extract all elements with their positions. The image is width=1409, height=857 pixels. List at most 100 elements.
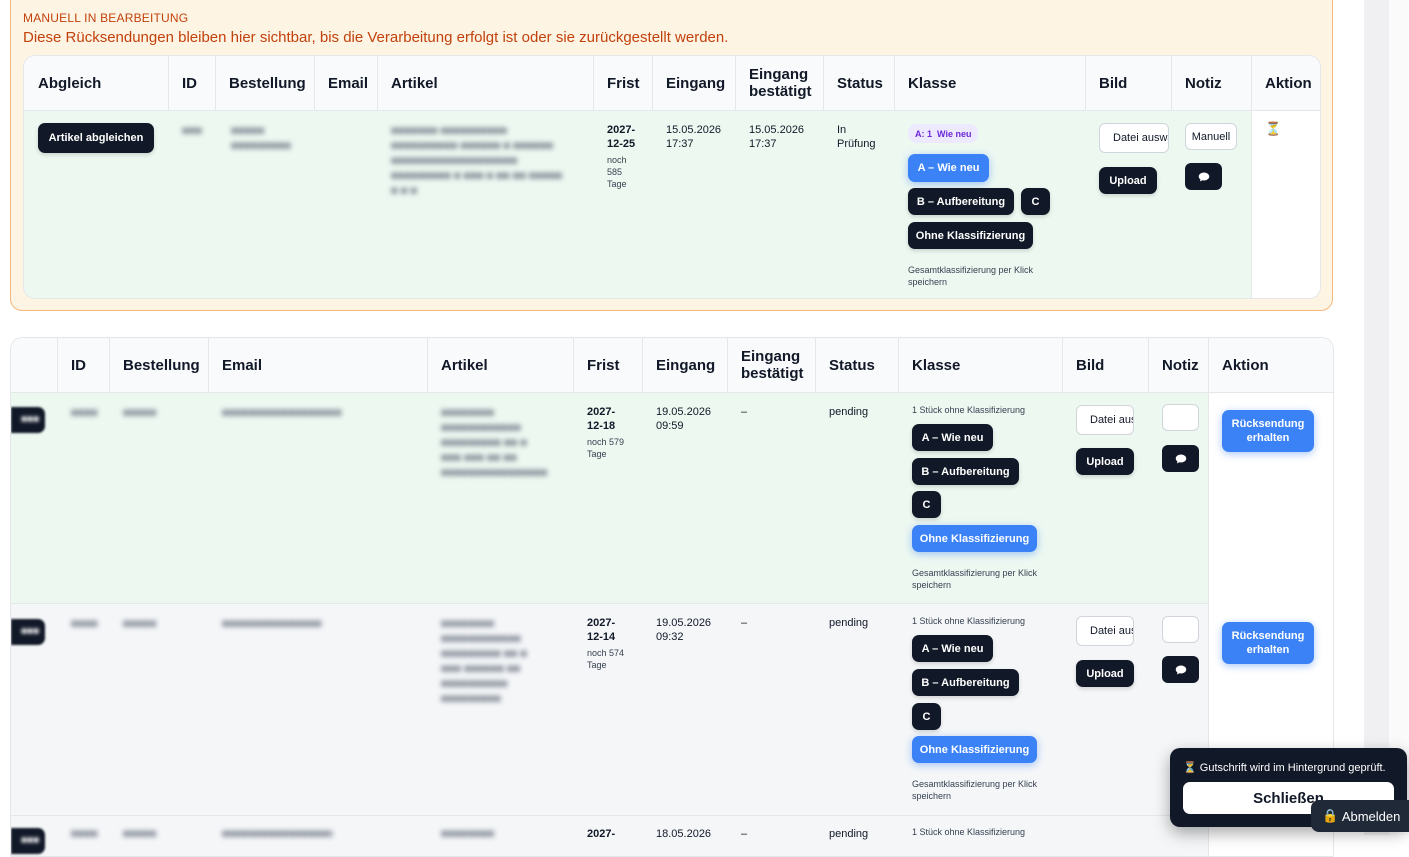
note-save-button[interactable] bbox=[1185, 163, 1222, 190]
col-klasse: Klasse bbox=[908, 74, 957, 92]
row-bestellung: ■■■■■ bbox=[123, 618, 157, 630]
row-id: ■■■ bbox=[182, 125, 202, 137]
ruecksendung-erhalten-button[interactable]: Rücksendung erhalten bbox=[1222, 622, 1314, 664]
row-frist-date: 2027-12-14 bbox=[587, 617, 616, 643]
row-artikel: ■■■■■■■■ ■■■■■■■■■■■■ ■■■■■■■■■ ■■ ■ ■■■… bbox=[441, 407, 548, 479]
col-bestellung: Bestellung bbox=[123, 356, 200, 374]
col-notiz: Notiz bbox=[1185, 74, 1222, 92]
class-c-button[interactable]: C bbox=[1021, 188, 1050, 215]
row-eingang-bestaetigt: 15.05.2026 17:37 bbox=[749, 124, 805, 150]
row-frist-remaining: noch 585 Tage bbox=[607, 155, 627, 189]
class-a-button[interactable]: A – Wie neu bbox=[912, 424, 993, 451]
col-notiz: Notiz bbox=[1162, 356, 1199, 374]
row-eingang: 15.05.2026 17:37 bbox=[666, 124, 722, 150]
row-id: ■■■■ bbox=[71, 407, 98, 419]
col-bestellung: Bestellung bbox=[229, 74, 306, 92]
class-badge-count: A: 1 bbox=[915, 128, 933, 139]
class-save-hint: Gesamtklassifizierung per Klick speicher… bbox=[908, 265, 1034, 287]
class-b-button[interactable]: B – Aufbereitung bbox=[912, 669, 1019, 696]
class-save-hint: Gesamtklassifizierung per Klick speicher… bbox=[912, 568, 1038, 590]
class-badge-label: Wie neu bbox=[937, 128, 972, 139]
row-bestellung: ■■■■■ bbox=[123, 407, 157, 419]
note-input[interactable] bbox=[1162, 404, 1199, 431]
class-summary: 1 Stück ohne Klassifizierung bbox=[912, 616, 1026, 626]
ruecksendung-erhalten-button[interactable]: Rücksendung erhalten bbox=[1222, 410, 1314, 452]
file-picker[interactable]: Datei auswählen bbox=[1099, 123, 1169, 153]
class-badge: A: 1 Wie neu bbox=[908, 124, 979, 143]
col-aktion: Aktion bbox=[1222, 356, 1269, 374]
class-save-hint: Gesamtklassifizierung per Klick speicher… bbox=[912, 779, 1038, 801]
upload-button[interactable]: Upload bbox=[1076, 660, 1134, 687]
chat-icon bbox=[1175, 665, 1186, 674]
chat-icon bbox=[1175, 454, 1186, 463]
row-action-button[interactable]: ■■■ bbox=[11, 407, 45, 433]
row-status: In Prüfung bbox=[837, 124, 876, 150]
col-artikel: Artikel bbox=[441, 356, 488, 374]
toast-message: Gutschrift wird im Hintergrund geprüft. bbox=[1199, 762, 1386, 774]
row-frist-date: 2027- bbox=[587, 828, 616, 840]
manual-section-description: Diese Rücksendungen bleiben hier sichtba… bbox=[23, 29, 729, 46]
returns-table: ID Bestellung Email Artikel Frist Eingan… bbox=[10, 337, 1334, 857]
row-eingang-bestaetigt: – bbox=[741, 406, 748, 418]
note-save-button[interactable] bbox=[1162, 445, 1199, 472]
col-status: Status bbox=[837, 74, 883, 92]
logout-label: Abmelden bbox=[1341, 808, 1401, 824]
row-action-button[interactable]: ■■■ bbox=[11, 828, 45, 854]
col-status: Status bbox=[829, 356, 875, 374]
col-artikel: Artikel bbox=[391, 74, 438, 92]
manual-table: Abgleich ID Bestellung Email Artikel Fri… bbox=[23, 55, 1321, 299]
page-edge bbox=[1389, 0, 1409, 835]
row-artikel: ■■■■■■■ ■■■■■■■■■■ ■■■■■■■■■■ ■■■■■■ ■ ■… bbox=[391, 125, 563, 197]
aktion-cell bbox=[1251, 111, 1320, 298]
row-eingang-bestaetigt: – bbox=[741, 828, 748, 840]
row-email: ■■■■■■■■■■■■■■■■■■■ bbox=[222, 407, 342, 419]
page-scrollbar-track[interactable] bbox=[1364, 0, 1389, 835]
class-b-button[interactable]: B – Aufbereitung bbox=[908, 188, 1014, 215]
col-aktion: Aktion bbox=[1265, 74, 1312, 92]
class-a-button[interactable]: A – Wie neu bbox=[908, 154, 989, 182]
row-action-button[interactable]: ■■■ bbox=[11, 619, 45, 645]
class-c-button[interactable]: C bbox=[912, 703, 941, 730]
class-none-button[interactable]: Ohne Klassifizierung bbox=[912, 736, 1037, 763]
manual-section-title: MANUELL IN BEARBEITUNG bbox=[23, 11, 189, 25]
class-none-button[interactable]: Ohne Klassifizierung bbox=[912, 525, 1037, 552]
col-id: ID bbox=[182, 74, 197, 92]
logout-button[interactable]: 🔒 Abmelden bbox=[1311, 800, 1409, 832]
row-email: ■■■■■■■■■■■■■■■ bbox=[222, 618, 322, 630]
class-none-button[interactable]: Ohne Klassifizierung bbox=[908, 222, 1033, 249]
note-input[interactable]: Manuell bbox=[1185, 123, 1237, 150]
row-status: pending bbox=[829, 617, 869, 629]
col-bild: Bild bbox=[1099, 74, 1128, 92]
upload-button[interactable]: Upload bbox=[1076, 448, 1134, 475]
class-c-button[interactable]: C bbox=[912, 491, 941, 518]
row-eingang: 18.05.2026 bbox=[656, 828, 712, 840]
file-picker[interactable]: Datei auswählen bbox=[1076, 616, 1134, 646]
col-email: Email bbox=[328, 74, 369, 92]
note-save-button[interactable] bbox=[1162, 656, 1199, 683]
col-eingang: Eingang bbox=[666, 74, 726, 92]
row-frist-remaining: noch 579 Tage bbox=[587, 437, 625, 459]
col-abgleich: Abgleich bbox=[38, 74, 102, 92]
upload-button[interactable]: Upload bbox=[1099, 167, 1157, 194]
chat-icon bbox=[1198, 172, 1209, 181]
col-frist: Frist bbox=[607, 74, 640, 92]
row-frist-date: 2027-12-25 bbox=[607, 124, 636, 150]
class-a-button[interactable]: A – Wie neu bbox=[912, 635, 993, 662]
row-frist-remaining: noch 574 Tage bbox=[587, 648, 625, 670]
hourglass-icon: ⏳ bbox=[1183, 762, 1197, 774]
row-bestellung: ■■■■■ ■■■■■■■■■ bbox=[231, 125, 291, 152]
lock-icon: 🔒 bbox=[1322, 808, 1339, 823]
col-email: Email bbox=[222, 356, 263, 374]
col-eingang-bestaetigt: Eingang bestätigt bbox=[741, 348, 804, 382]
toast-message-line: ⏳ Gutschrift wird im Hintergrund geprüft… bbox=[1183, 761, 1386, 774]
class-b-button[interactable]: B – Aufbereitung bbox=[912, 458, 1019, 485]
col-id: ID bbox=[71, 356, 86, 374]
col-frist: Frist bbox=[587, 356, 620, 374]
artikel-abgleichen-button[interactable]: Artikel abgleichen bbox=[38, 123, 154, 153]
col-klasse: Klasse bbox=[912, 356, 961, 374]
file-picker[interactable]: Datei auswählen bbox=[1076, 405, 1134, 435]
note-input[interactable] bbox=[1162, 616, 1199, 643]
row-eingang-bestaetigt: – bbox=[741, 617, 748, 629]
row-status: pending bbox=[829, 828, 869, 840]
col-bild: Bild bbox=[1076, 356, 1105, 374]
